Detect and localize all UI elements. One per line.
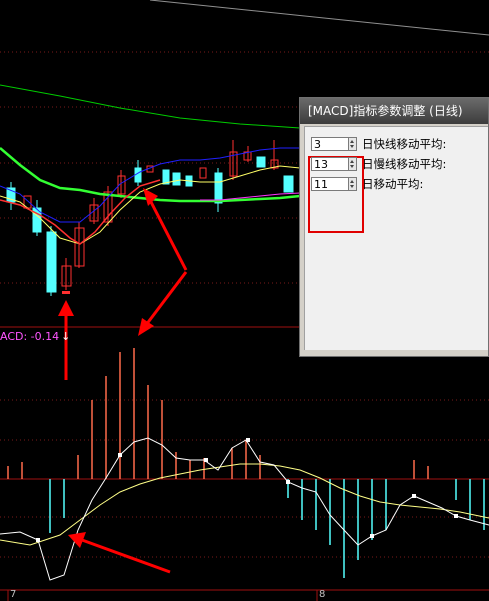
fast-ma-label: 日快线移动平均: xyxy=(362,137,447,151)
param-row-slow: 日慢线移动平均: xyxy=(311,156,446,172)
candlesticks xyxy=(6,140,294,296)
macd-dea-line xyxy=(0,463,489,546)
slow-ma-spinner[interactable] xyxy=(349,157,357,171)
ma-line-blue xyxy=(0,147,300,223)
spin-up-icon[interactable] xyxy=(350,140,354,143)
param-row-fast: 日快线移动平均: xyxy=(311,136,446,152)
spin-up-icon[interactable] xyxy=(350,160,354,163)
slow-ma-label: 日慢线移动平均: xyxy=(362,157,447,171)
macd-dif-line xyxy=(0,437,489,581)
dialog-title: [MACD]指标参数调整 (日线) xyxy=(308,104,463,118)
date-tick-7: 7 xyxy=(10,589,17,600)
slow-ma-input[interactable] xyxy=(311,157,349,171)
macd-histogram-up xyxy=(7,348,429,479)
dialog-body: 日快线移动平均: 日慢线移动平均: 日移动平均: xyxy=(304,126,488,350)
date-tick-8: 8 xyxy=(319,589,326,600)
ma-line-yellow xyxy=(0,165,301,245)
spin-up-icon[interactable] xyxy=(350,180,354,183)
fast-ma-input[interactable] xyxy=(311,137,349,151)
annotation-arrows xyxy=(58,188,188,574)
signal-ma-input[interactable] xyxy=(311,177,349,191)
macd-value-text: ACD: -0.14 xyxy=(0,330,60,343)
macd-histogram-down xyxy=(49,479,485,578)
param-row-signal: 日移动平均: xyxy=(311,176,423,192)
ma-line-grey xyxy=(149,0,489,36)
macd-trend-arrow-icon: ↓ xyxy=(61,330,71,343)
signal-ma-label: 日移动平均: xyxy=(362,177,424,191)
macd-markers xyxy=(36,438,458,542)
spin-down-icon[interactable] xyxy=(350,185,354,188)
fast-ma-spinner[interactable] xyxy=(349,137,357,151)
dialog-title-bar[interactable]: [MACD]指标参数调整 (日线) xyxy=(300,98,488,124)
spin-down-icon[interactable] xyxy=(350,165,354,168)
signal-ma-spinner[interactable] xyxy=(349,177,357,191)
macd-value-label: ACD: -0.14 ↓ xyxy=(0,330,70,343)
macd-param-dialog[interactable]: [MACD]指标参数调整 (日线) 日快线移动平均: 日慢线移动平均: 日移动平… xyxy=(299,97,489,357)
spin-down-icon[interactable] xyxy=(350,145,354,148)
